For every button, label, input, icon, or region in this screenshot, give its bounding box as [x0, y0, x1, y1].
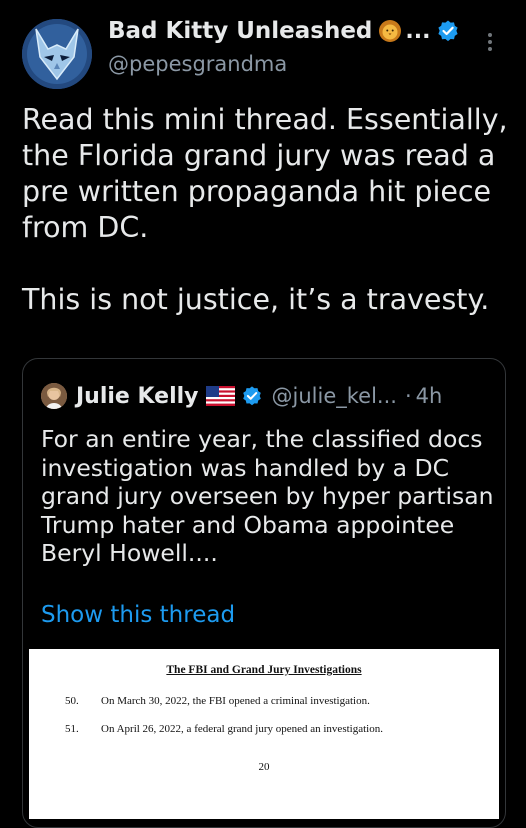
document-image[interactable]: The FBI and Grand Jury Investigations 50…: [29, 649, 499, 819]
separator-dot: ·: [404, 384, 412, 408]
quoted-author-avatar[interactable]: [41, 383, 67, 409]
verified-badge-icon: [436, 19, 460, 43]
verified-badge-icon: [241, 385, 263, 407]
lion-face-icon: [378, 19, 402, 43]
quoted-author-name[interactable]: Julie Kelly: [76, 384, 199, 409]
document-heading: The FBI and Grand Jury Investigations: [166, 664, 362, 676]
tweet-header: Bad Kitty Unleashed ... @pepesgrandma: [0, 0, 526, 100]
show-thread-link[interactable]: Show this thread: [41, 602, 235, 628]
document-item-number: 51.: [65, 723, 79, 735]
author-name[interactable]: Bad Kitty Unleashed: [108, 18, 372, 44]
author-name-row[interactable]: Bad Kitty Unleashed ...: [108, 18, 460, 44]
quoted-author-handle[interactable]: @julie_kel...: [272, 384, 397, 408]
us-flag-icon: [205, 386, 235, 406]
avatar[interactable]: [22, 19, 92, 89]
document-item-text: On March 30, 2022, the FBI opened a crim…: [101, 695, 370, 707]
name-truncation: ...: [405, 18, 431, 44]
tweet-paragraph: Read this mini thread. Essentially, the …: [22, 103, 508, 244]
document-item: 51. On April 26, 2022, a federal grand ju…: [65, 723, 383, 735]
tweet-paragraph: This is not justice, it’s a travesty.: [22, 283, 490, 316]
quoted-tweet-header: Julie Kelly @julie_kel... · 4h: [41, 383, 442, 409]
document-item-text: On April 26, 2022, a federal grand jury …: [101, 723, 383, 735]
quoted-tweet-paragraph: For an entire year, the classified docs …: [41, 425, 494, 567]
document-item: 50. On March 30, 2022, the FBI opened a c…: [65, 695, 370, 707]
tweet-text: Read this mini thread. Essentially, the …: [22, 102, 512, 318]
timestamp[interactable]: 4h: [416, 384, 443, 408]
document-page-number: 20: [258, 761, 270, 773]
more-options-icon[interactable]: [480, 30, 500, 58]
quoted-tweet[interactable]: Julie Kelly @julie_kel... · 4h For an en…: [22, 358, 506, 828]
quoted-tweet-text: For an entire year, the classified docs …: [41, 425, 499, 568]
document-item-number: 50.: [65, 695, 79, 707]
author-handle[interactable]: @pepesgrandma: [108, 52, 287, 76]
